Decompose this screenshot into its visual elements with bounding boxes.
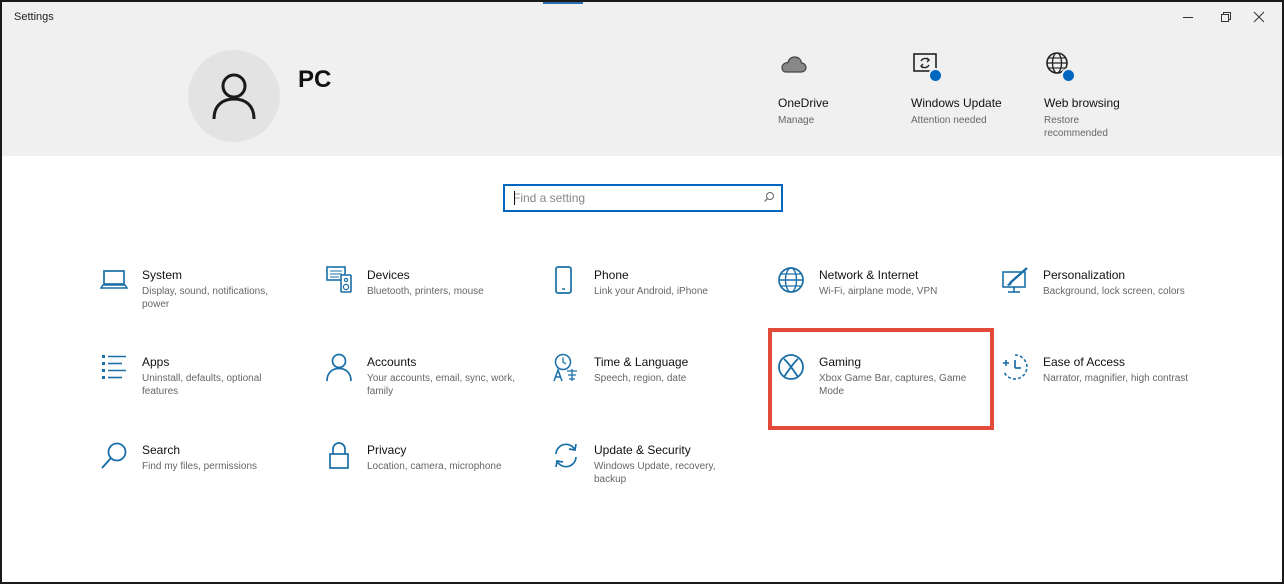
category-title: Ease of Access [1043,355,1126,369]
highlight-box [768,328,994,430]
settings-window: Settings PC OneDrive Manage Windows Upda… [0,0,1284,584]
restore-icon [1221,12,1231,22]
header-item-label: Windows Update [911,96,1002,110]
category-description: Background, lock screen, colors [1043,286,1185,297]
category-title: Update & Security [594,443,691,457]
title-accent-bar [543,2,583,4]
category-title: Apps [142,355,170,369]
user-name: PC [298,66,332,93]
avatar[interactable] [188,50,280,142]
lock-icon [329,442,349,469]
minimize-button[interactable] [1175,8,1201,26]
globe-icon [778,267,804,293]
header-item-status: Restore recommended [1044,115,1108,139]
search-input[interactable] [513,186,753,210]
header-item-label: Web browsing [1044,96,1120,110]
category-title: Search [142,443,181,457]
sync-arrows-icon [555,443,577,468]
category-description: Wi-Fi, airplane mode, VPN [819,286,938,297]
category-description: Link your Android, iPhone [594,286,708,297]
category-description: Speech, region, date [594,373,687,384]
category-description: Windows Update, recovery, backup [594,461,716,485]
category-description: Your accounts, email, sync, work, family [367,373,516,397]
category-description: Display, sound, notifications, power [142,286,268,310]
minimize-icon [1183,17,1193,18]
laptop-icon [100,270,129,289]
header-item-status: Manage [778,115,815,126]
user-avatar-icon [212,73,256,120]
header-item-status: Attention needed [911,115,987,126]
search-icon [101,442,127,469]
header-onedrive[interactable]: OneDrive Manage [778,50,898,127]
search-box[interactable] [503,184,783,212]
category-title: Phone [594,268,629,282]
restore-button[interactable] [1213,8,1239,26]
person-icon [326,353,352,382]
category-title: Devices [367,268,410,282]
header-windows-update[interactable]: Windows Update Attention needed [911,50,1031,127]
ease-of-access-icon [1003,354,1028,380]
close-icon [1253,11,1265,23]
category-description: Bluetooth, printers, mouse [367,286,484,297]
category-description: Location, camera, microphone [367,461,502,472]
category-title: Personalization [1043,268,1126,282]
text-cursor [514,191,515,205]
category-description: Uninstall, defaults, optional features [142,373,262,397]
notification-badge [928,68,943,83]
close-button[interactable] [1246,8,1272,26]
header-item-label: OneDrive [778,96,829,110]
notification-badge [1061,68,1076,83]
category-title: System [142,268,183,282]
category-title: Privacy [367,443,407,457]
phone-icon [555,266,572,294]
time-language-icon [553,353,577,382]
header-web-browsing[interactable]: Web browsing Restore recommended [1044,50,1134,140]
category-description: Narrator, magnifier, high contrast [1043,373,1189,384]
search-icon [764,192,774,202]
category-title: Network & Internet [819,268,919,282]
category-description: Find my files, permissions [142,461,258,472]
apps-list-icon [102,355,126,379]
window-title: Settings [14,11,54,23]
category-title: Time & Language [594,355,689,369]
cloud-icon [781,56,807,73]
devices-icon [326,266,352,293]
paint-icon [1002,267,1028,293]
category-title: Accounts [367,355,417,369]
